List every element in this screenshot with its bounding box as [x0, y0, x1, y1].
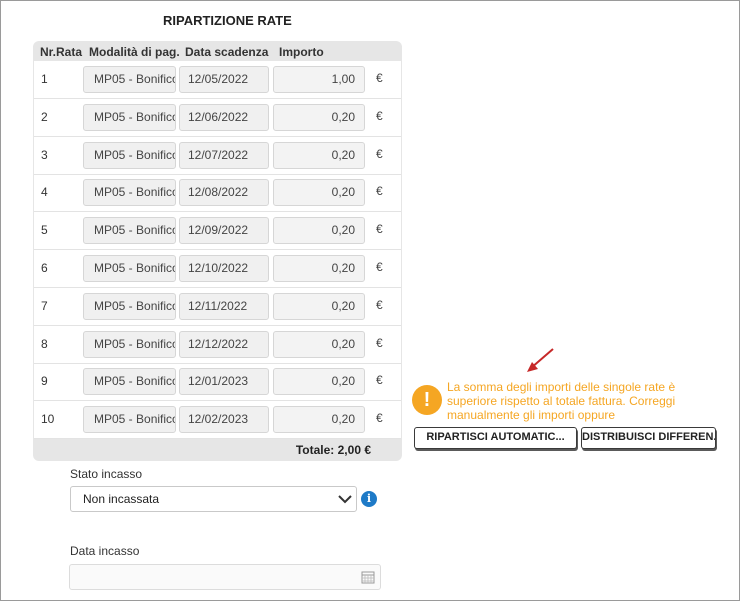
modalita-pagamento-field[interactable]: MP05 - Bonifico	[83, 141, 176, 169]
calendar-icon[interactable]	[361, 570, 375, 584]
data-incasso-input[interactable]	[69, 564, 381, 590]
data-incasso-label: Data incasso	[70, 544, 140, 558]
header-data-scadenza: Data scadenza	[185, 45, 269, 59]
stato-incasso-label: Stato incasso	[70, 467, 143, 481]
importo-field[interactable]: 0,20	[273, 179, 365, 207]
table-row: 7 MP05 - Bonifico 12/11/2022 0,20 €	[34, 288, 401, 326]
rata-number: 2	[41, 109, 48, 124]
currency-symbol: €	[376, 411, 383, 426]
importo-field[interactable]: 0,20	[273, 141, 365, 169]
table-row: 6 MP05 - Bonifico 12/10/2022 0,20 €	[34, 250, 401, 288]
distribuisci-differenza-button[interactable]: DISTRIBUISCI DIFFEREN...	[581, 427, 716, 449]
table-row: 9 MP05 - Bonifico 12/01/2023 0,20 €	[34, 363, 401, 402]
total-label: Totale: 2,00 €	[295, 443, 371, 457]
ripartisci-automatic-button[interactable]: RIPARTISCI AUTOMATIC...	[414, 427, 577, 449]
data-scadenza-field[interactable]: 12/11/2022	[179, 292, 269, 320]
rata-number: 7	[41, 298, 48, 313]
data-scadenza-field[interactable]: 12/10/2022	[179, 255, 269, 282]
table-row: 5 MP05 - Bonifico 12/09/2022 0,20 €	[34, 212, 401, 251]
importo-field[interactable]: 0,20	[273, 292, 365, 320]
data-scadenza-field[interactable]: 12/06/2022	[179, 103, 269, 131]
table-body: 1 MP05 - Bonifico 12/05/2022 1,00 €2 MP05 - B…	[34, 61, 401, 440]
currency-symbol: €	[376, 260, 383, 274]
currency-symbol: €	[376, 71, 383, 85]
modalita-pagamento-field[interactable]: MP05 - Bonifico	[83, 292, 176, 320]
stato-incasso-select[interactable]: Non incassata	[70, 486, 357, 512]
rata-number: 1	[41, 72, 48, 86]
currency-symbol: €	[376, 184, 383, 199]
rata-number: 6	[41, 261, 48, 275]
rata-number: 9	[41, 374, 48, 389]
table-header: Nr.Rata Modalità di pag. Data scadenza I…	[33, 41, 402, 61]
modalita-pagamento-field[interactable]: MP05 - Bonifico	[83, 179, 176, 207]
header-modalita: Modalità di pag.	[89, 45, 180, 59]
header-nr-rata: Nr.Rata	[40, 45, 83, 59]
rata-number: 10	[41, 412, 55, 427]
warning-icon: !	[412, 385, 442, 415]
table-row: 2 MP05 - Bonifico 12/06/2022 0,20 €	[34, 99, 401, 137]
chevron-down-icon	[338, 495, 352, 504]
currency-symbol: €	[376, 146, 383, 161]
currency-symbol: €	[376, 222, 383, 237]
importo-field[interactable]: 0,20	[273, 255, 365, 282]
table-row: 8 MP05 - Bonifico 12/12/2022 0,20 €	[34, 326, 401, 364]
modalita-pagamento-field[interactable]: MP05 - Bonifico	[83, 368, 176, 396]
rate-table: Nr.Rata Modalità di pag. Data scadenza I…	[33, 41, 402, 461]
data-scadenza-field[interactable]: 12/09/2022	[179, 217, 269, 245]
importo-field[interactable]: 0,20	[273, 217, 365, 245]
importo-field[interactable]: 0,20	[273, 330, 365, 358]
arrow-annotation-icon	[527, 348, 554, 372]
modalita-pagamento-field[interactable]: MP05 - Bonifico	[83, 103, 176, 131]
data-scadenza-field[interactable]: 12/02/2023	[179, 406, 269, 434]
modalita-pagamento-field[interactable]: MP05 - Bonifico	[83, 330, 176, 358]
data-scadenza-field[interactable]: 12/12/2022	[179, 330, 269, 358]
warning-message: La somma degli importi delle singole rat…	[447, 380, 676, 422]
currency-symbol: €	[376, 335, 383, 350]
currency-symbol: €	[376, 373, 383, 388]
rata-number: 3	[41, 147, 48, 162]
info-icon[interactable]: i	[361, 491, 377, 507]
importo-field[interactable]: 0,20	[273, 103, 365, 131]
data-scadenza-field[interactable]: 12/07/2022	[179, 141, 269, 169]
importo-field[interactable]: 0,20	[273, 368, 365, 396]
data-scadenza-field[interactable]: 12/05/2022	[179, 66, 269, 93]
modalita-pagamento-field[interactable]: MP05 - Bonifico	[83, 255, 176, 282]
data-scadenza-field[interactable]: 12/08/2022	[179, 179, 269, 207]
modalita-pagamento-field[interactable]: MP05 - Bonifico	[83, 406, 176, 434]
data-scadenza-field[interactable]: 12/01/2023	[179, 368, 269, 396]
table-row: 10 MP05 - Bonifico 12/02/2023 0,20 €	[34, 401, 401, 440]
rata-number: 8	[41, 336, 48, 351]
rata-number: 4	[41, 185, 48, 200]
table-row: 4 MP05 - Bonifico 12/08/2022 0,20 €	[34, 174, 401, 213]
table-row: 3 MP05 - Bonifico 12/07/2022 0,20 €	[34, 137, 401, 175]
currency-symbol: €	[376, 297, 383, 312]
rata-number: 5	[41, 223, 48, 238]
modalita-pagamento-field[interactable]: MP05 - Bonifico	[83, 66, 176, 93]
importo-field[interactable]: 0,20	[273, 406, 365, 434]
stato-incasso-value: Non incassata	[83, 492, 160, 506]
header-importo: Importo	[279, 45, 324, 59]
section-title: RIPARTIZIONE RATE	[163, 13, 292, 28]
table-row: 1 MP05 - Bonifico 12/05/2022 1,00 €	[34, 61, 401, 99]
modalita-pagamento-field[interactable]: MP05 - Bonifico	[83, 217, 176, 245]
table-footer: Totale: 2,00 €	[33, 439, 402, 461]
importo-field[interactable]: 1,00	[273, 66, 365, 93]
currency-symbol: €	[376, 108, 383, 123]
